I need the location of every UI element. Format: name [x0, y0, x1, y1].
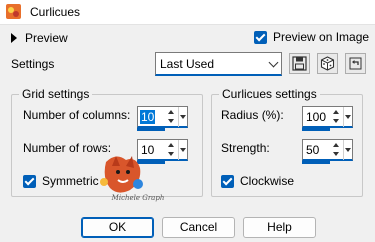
dice-icon: [320, 56, 335, 71]
dropdown-arrow-icon: [345, 148, 351, 152]
strength-label: Strength:: [221, 141, 270, 155]
help-button[interactable]: Help: [243, 217, 316, 238]
symmetric-label: Symmetric: [42, 174, 99, 188]
up-arrow-icon: [333, 143, 339, 147]
ok-button[interactable]: OK: [81, 217, 154, 238]
columns-slider[interactable]: [137, 128, 165, 131]
columns-stepper[interactable]: [168, 109, 176, 125]
radius-stepper[interactable]: [333, 109, 341, 125]
reset-icon: [349, 57, 362, 70]
title-bar: Curlicues: [0, 0, 375, 25]
watermark-text: Michele Graph: [111, 194, 165, 202]
strength-spinner[interactable]: 50: [302, 139, 353, 161]
randomize-button[interactable]: [317, 53, 338, 74]
symmetric-checkbox[interactable]: Symmetric: [23, 174, 99, 188]
clockwise-check-icon[interactable]: [221, 174, 234, 188]
symmetric-check-icon[interactable]: [23, 174, 36, 188]
columns-dropdown[interactable]: [178, 107, 187, 127]
preset-dropdown[interactable]: Last Used: [155, 52, 282, 76]
columns-spinner[interactable]: 10: [137, 106, 188, 128]
preview-on-image-checkbox[interactable]: Preview on Image: [254, 30, 369, 44]
save-preset-button[interactable]: [289, 53, 310, 74]
strength-stepper[interactable]: [333, 142, 341, 158]
preview-label: Preview: [25, 31, 68, 45]
expand-arrow-icon: [11, 33, 17, 43]
columns-value[interactable]: 10: [140, 110, 156, 124]
watermark-logo: Michele Graph: [96, 152, 180, 204]
preview-on-image-label: Preview on Image: [273, 30, 370, 44]
preview-toggle[interactable]: Preview: [11, 30, 68, 46]
up-arrow-icon: [168, 110, 174, 114]
radius-value[interactable]: 100: [305, 110, 327, 124]
down-arrow-icon: [333, 152, 339, 156]
reset-button[interactable]: [345, 53, 366, 74]
clockwise-checkbox[interactable]: Clockwise: [221, 174, 294, 188]
dropdown-arrow-icon: [180, 148, 186, 152]
cancel-button[interactable]: Cancel: [162, 217, 235, 238]
preview-on-image-check-icon[interactable]: [254, 30, 267, 44]
strength-dropdown[interactable]: [343, 140, 352, 160]
dropdown-arrow[interactable]: [264, 53, 281, 74]
radius-dropdown[interactable]: [343, 107, 352, 127]
strength-slider[interactable]: [302, 161, 330, 164]
clockwise-label: Clockwise: [240, 174, 295, 188]
dropdown-arrow-icon: [180, 115, 186, 119]
radius-spinner[interactable]: 100: [302, 106, 353, 128]
preset-value: Last Used: [160, 57, 215, 71]
columns-label: Number of columns:: [23, 108, 131, 122]
down-arrow-icon: [333, 119, 339, 123]
dropdown-arrow-icon: [345, 115, 351, 119]
settings-label: Settings: [11, 57, 55, 71]
radius-slider[interactable]: [302, 128, 330, 131]
save-icon: [292, 56, 307, 71]
strength-value[interactable]: 50: [305, 143, 320, 157]
window-title: Curlicues: [30, 5, 81, 19]
curlicues-settings-title: Curlicues settings: [219, 87, 320, 101]
up-arrow-icon: [168, 143, 174, 147]
down-arrow-icon: [168, 119, 174, 123]
up-arrow-icon: [333, 110, 339, 114]
grid-settings-title: Grid settings: [19, 87, 93, 101]
radius-label: Radius (%):: [221, 108, 284, 122]
app-icon: [6, 4, 21, 19]
chevron-down-icon: [268, 57, 279, 68]
